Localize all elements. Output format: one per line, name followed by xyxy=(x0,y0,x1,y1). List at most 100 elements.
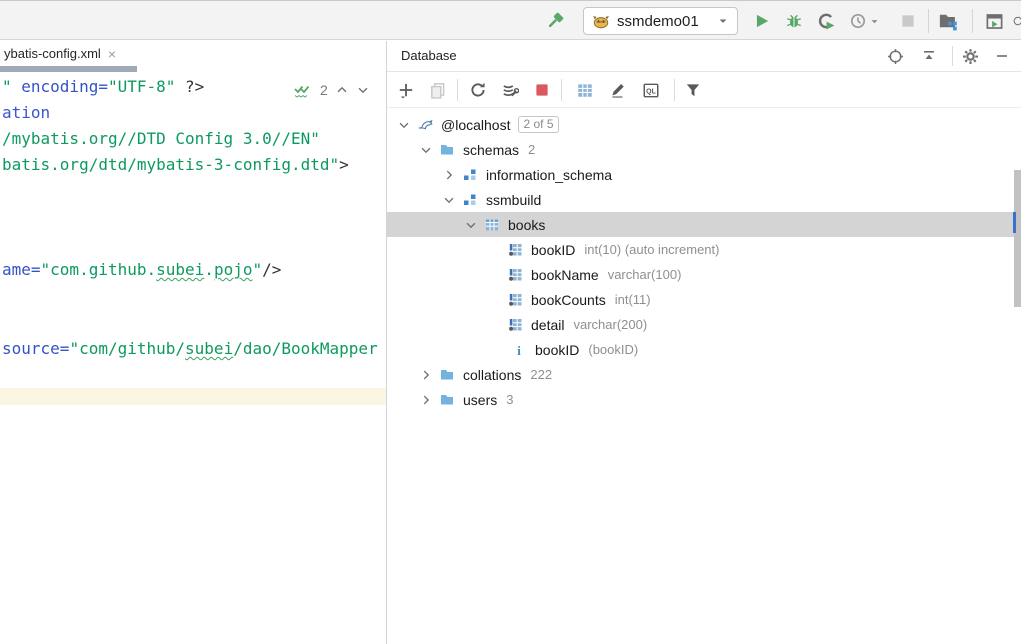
code-token: . xyxy=(204,260,214,279)
column-name: bookName xyxy=(531,267,599,283)
database-panel-header: Database xyxy=(387,41,1021,72)
table-column-icon xyxy=(507,292,523,308)
chevron-right-icon[interactable] xyxy=(418,367,434,383)
code-line-2[interactable]: ation xyxy=(2,104,50,122)
schema-icon xyxy=(462,167,478,183)
previous-issue-chevron-icon[interactable] xyxy=(335,83,349,97)
chevron-right-icon[interactable] xyxy=(418,392,434,408)
column-name: detail xyxy=(531,317,564,333)
profiler-dropdown-chevron[interactable] xyxy=(868,11,880,31)
target-crosshair-icon xyxy=(887,48,904,65)
code-line-5[interactable]: ame="com.github.subei.pojo"/> xyxy=(2,261,281,279)
selection-scroll-marker xyxy=(1013,212,1016,233)
table-icon xyxy=(484,217,500,233)
view-table-data-button[interactable] xyxy=(576,81,594,99)
editor-panel[interactable]: ybatis-config.xml × " encoding="UTF-8" ?… xyxy=(0,41,386,644)
project-structure-button[interactable] xyxy=(938,11,958,31)
folder-icon xyxy=(439,367,455,383)
collapse-all-icon xyxy=(921,48,937,64)
code-token: " xyxy=(252,260,262,279)
column-type: int(10) (auto increment) xyxy=(584,242,719,257)
run-configuration-selector[interactable]: ssmdemo01 xyxy=(583,7,738,35)
chevron-right-icon[interactable] xyxy=(441,167,457,183)
profiler-clock-icon xyxy=(849,12,867,30)
table-column-icon xyxy=(507,317,523,333)
tree-row-collations[interactable]: collations 222 xyxy=(387,362,552,387)
refresh-button[interactable] xyxy=(469,81,487,99)
disconnect-stop-button[interactable] xyxy=(533,81,551,99)
tree-node-label: information_schema xyxy=(486,167,612,183)
tree-node-label: ssmbuild xyxy=(486,192,541,208)
code-token: "com.github. xyxy=(41,260,157,279)
tree-row-col-bookname[interactable]: bookName varchar(100) xyxy=(387,262,681,287)
code-token-typo: subei xyxy=(156,260,204,279)
jump-to-console-button[interactable]: QL xyxy=(642,81,660,99)
tree-node-count: 222 xyxy=(530,367,552,382)
tree-row-col-bookcounts[interactable]: bookCounts int(11) xyxy=(387,287,651,312)
column-type: varchar(200) xyxy=(573,317,647,332)
run-button[interactable] xyxy=(752,11,772,31)
run-configuration-label: ssmdemo01 xyxy=(617,13,717,30)
tree-row-col-bookid[interactable]: bookID int(10) (auto increment) xyxy=(387,237,719,262)
locate-object-button[interactable] xyxy=(886,47,904,65)
debug-button[interactable] xyxy=(784,11,804,31)
refresh-sync-icon xyxy=(469,81,487,99)
tab-mybatis-config-xml[interactable]: ybatis-config.xml × xyxy=(0,41,122,66)
tree-row-books[interactable]: books xyxy=(387,212,1014,237)
database-tool-window: Database xyxy=(386,41,1021,644)
tree-row-schemas[interactable]: schemas 2 xyxy=(387,137,535,162)
column-name: bookID xyxy=(531,242,575,258)
code-line-6[interactable]: source="com/github/subei/dao/BookMapper xyxy=(2,340,378,358)
settings-button[interactable] xyxy=(961,47,979,65)
index-icon: i xyxy=(511,342,527,358)
inspections-count: 2 xyxy=(320,82,328,98)
code-token: /dao/BookMapper xyxy=(233,339,378,358)
filter-button[interactable] xyxy=(684,81,702,99)
tree-row-information-schema[interactable]: information_schema xyxy=(387,162,612,187)
tree-row-localhost[interactable]: @localhost 2 of 5 xyxy=(387,112,559,137)
schema-count-badge: 2 of 5 xyxy=(518,116,558,133)
code-token: batis.org/dtd/mybatis-3-config.dtd" xyxy=(2,155,339,174)
code-token-typo: subei xyxy=(185,339,233,358)
add-datasource-button[interactable] xyxy=(397,81,415,99)
code-token: "UTF-8" xyxy=(108,77,175,96)
toolbar-separator xyxy=(972,9,973,33)
chevron-down-icon[interactable] xyxy=(463,217,479,233)
table-column-icon xyxy=(507,242,523,258)
code-line-1[interactable]: " encoding="UTF-8" ?> xyxy=(2,78,204,96)
database-toolbar: QL xyxy=(387,72,1021,108)
chevron-down-icon[interactable] xyxy=(396,117,412,133)
run-tool-window-button[interactable] xyxy=(984,11,1004,31)
tree-node-label: books xyxy=(508,217,545,233)
filter-funnel-icon xyxy=(684,81,702,99)
build-hammer-button[interactable] xyxy=(545,11,565,31)
profiler-button[interactable] xyxy=(848,11,868,31)
tree-row-index-bookid[interactable]: i bookID (bookID) xyxy=(387,337,638,362)
code-line-3[interactable]: /mybatis.org//DTD Config 3.0//EN" xyxy=(2,130,320,148)
code-line-4[interactable]: batis.org/dtd/mybatis-3-config.dtd"> xyxy=(2,156,349,174)
vertical-scrollbar-thumb[interactable] xyxy=(1014,170,1021,307)
table-grid-icon xyxy=(576,81,594,99)
tree-node-label: collations xyxy=(463,367,521,383)
tree-row-users[interactable]: users 3 xyxy=(387,387,513,412)
mysql-dolphin-icon xyxy=(417,117,433,133)
chevron-down-icon[interactable] xyxy=(441,192,457,208)
hammer-icon xyxy=(545,11,565,31)
bug-icon xyxy=(785,12,803,30)
tree-row-ssmbuild[interactable]: ssmbuild xyxy=(387,187,541,212)
editor-tab-bar: ybatis-config.xml × xyxy=(0,41,386,72)
modify-edit-button[interactable] xyxy=(609,81,627,99)
datasource-properties-button[interactable] xyxy=(501,81,519,99)
pencil-icon xyxy=(609,81,627,99)
clipped-toolbar-icon[interactable] xyxy=(1011,11,1021,31)
next-issue-chevron-icon[interactable] xyxy=(356,83,370,97)
collapse-all-button[interactable] xyxy=(920,47,938,65)
chevron-down-icon[interactable] xyxy=(418,142,434,158)
code-token: ame= xyxy=(2,260,41,279)
main-toolbar: ssmdemo01 xyxy=(0,0,1021,40)
code-token: ation xyxy=(2,103,50,122)
run-with-coverage-button[interactable] xyxy=(816,11,836,31)
hide-panel-button[interactable] xyxy=(993,47,1011,65)
tree-row-col-detail[interactable]: detail varchar(200) xyxy=(387,312,647,337)
tab-close-icon[interactable]: × xyxy=(108,46,116,62)
